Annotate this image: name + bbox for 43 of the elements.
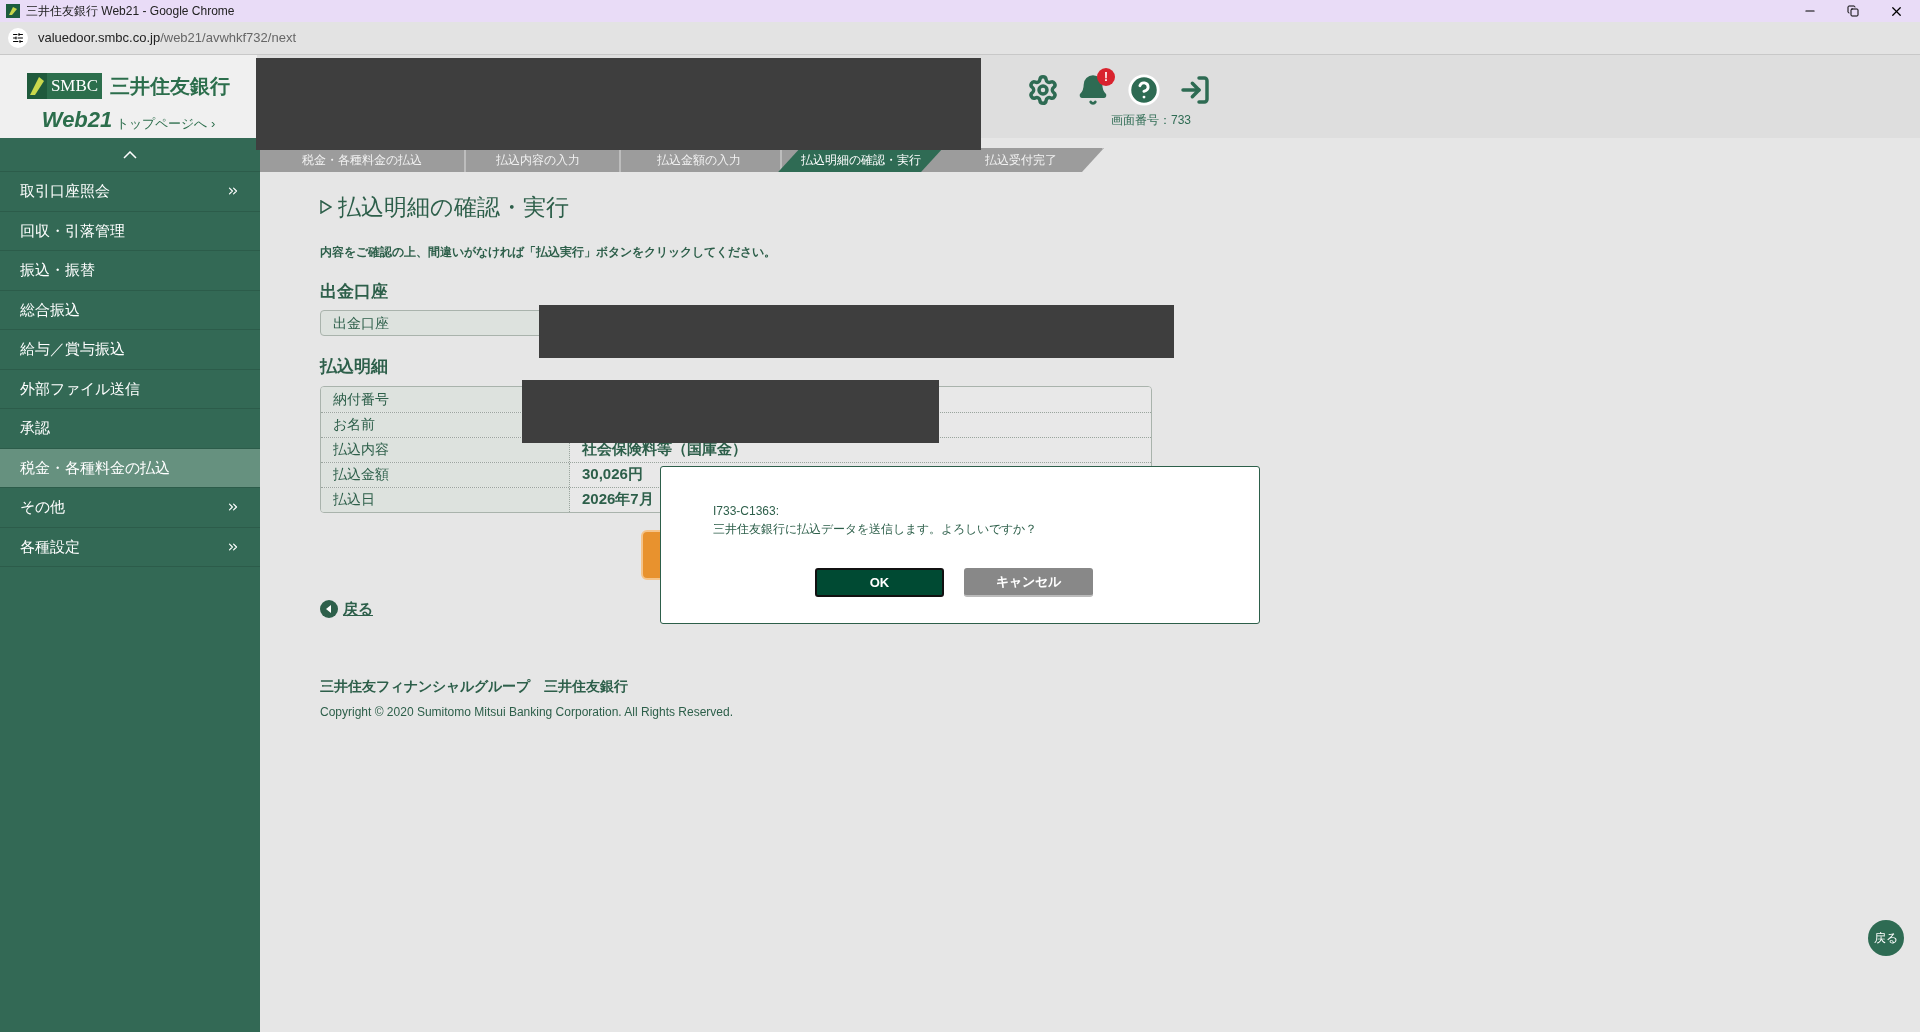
page-title: 払込明細の確認・実行 (338, 193, 569, 222)
leaf-logo-icon (26, 73, 47, 99)
sidebar-item[interactable]: 外部ファイル送信 (0, 369, 260, 409)
ok-button[interactable]: OK (815, 568, 944, 597)
site-info-button[interactable] (8, 28, 28, 48)
tune-icon (12, 32, 24, 44)
sidebar-item[interactable]: その他 (0, 488, 260, 528)
section-title: 払込明細 (320, 356, 389, 378)
back-link[interactable]: 戻る (320, 597, 373, 620)
restore-icon[interactable] (1847, 5, 1859, 17)
sidebar-item[interactable]: 承認 (0, 409, 260, 449)
table-label-cell: 払込日 (321, 487, 570, 512)
url-field[interactable]: valuedoor.smbc.co.jp/web21/avwhkf732/next (38, 28, 296, 48)
sidebar-item[interactable]: 回収・引落管理 (0, 211, 260, 251)
app-logo-icon (6, 4, 20, 18)
sidebar-item[interactable]: 各種設定 (0, 527, 260, 567)
sidebar-item[interactable]: 給与／賞与振込 (0, 330, 260, 370)
cancel-button[interactable]: キャンセル (964, 568, 1093, 597)
table-label-cell: 払込内容 (321, 437, 570, 462)
sidebar-item[interactable]: 税金・各種料金の払込 (0, 448, 260, 488)
settings-icon[interactable] (1027, 74, 1059, 106)
bell-icon[interactable] (1077, 74, 1109, 106)
triangle-icon (320, 200, 332, 215)
dialog-message: 三井住友銀行に払込データを送信します。よろしいですか？ (713, 521, 1038, 538)
help-icon[interactable] (1127, 73, 1161, 107)
web21-logo[interactable]: Web21 (41, 103, 113, 136)
table-label-cell: 払込金額 (321, 462, 570, 487)
floating-back-button[interactable]: 戻る (1868, 920, 1904, 956)
logout-icon[interactable] (1179, 74, 1211, 106)
instruction-text: 内容をご確認の上、間違いがなければ「払込実行」ボタンをクリックしてください。 (320, 243, 777, 261)
chevron-up-icon (123, 150, 137, 159)
smbc-logo: SMBC (26, 73, 103, 99)
window-title: 三井住友銀行 Web21 - Google Chrome (26, 3, 235, 20)
sidebar-item[interactable]: 振込・振替 (0, 251, 260, 291)
top-page-link[interactable]: トップページへ › (116, 113, 216, 133)
footer-group-text: 三井住友フィナンシャルグループ 三井住友銀行 (320, 677, 629, 696)
sidebar-item[interactable]: 総合振込 (0, 290, 260, 330)
notification-badge: ! (1097, 68, 1115, 86)
screen-number: 画面番号：733 (1111, 112, 1191, 129)
bank-name: 三井住友銀行 (110, 74, 231, 99)
sidebar-item[interactable]: 取引口座照会 (0, 172, 260, 212)
section-title: 出金口座 (320, 280, 389, 303)
copyright-text: Copyright © 2020 Sumitomo Mitsui Banking Corporation. All Rights Reserved. (320, 704, 735, 721)
